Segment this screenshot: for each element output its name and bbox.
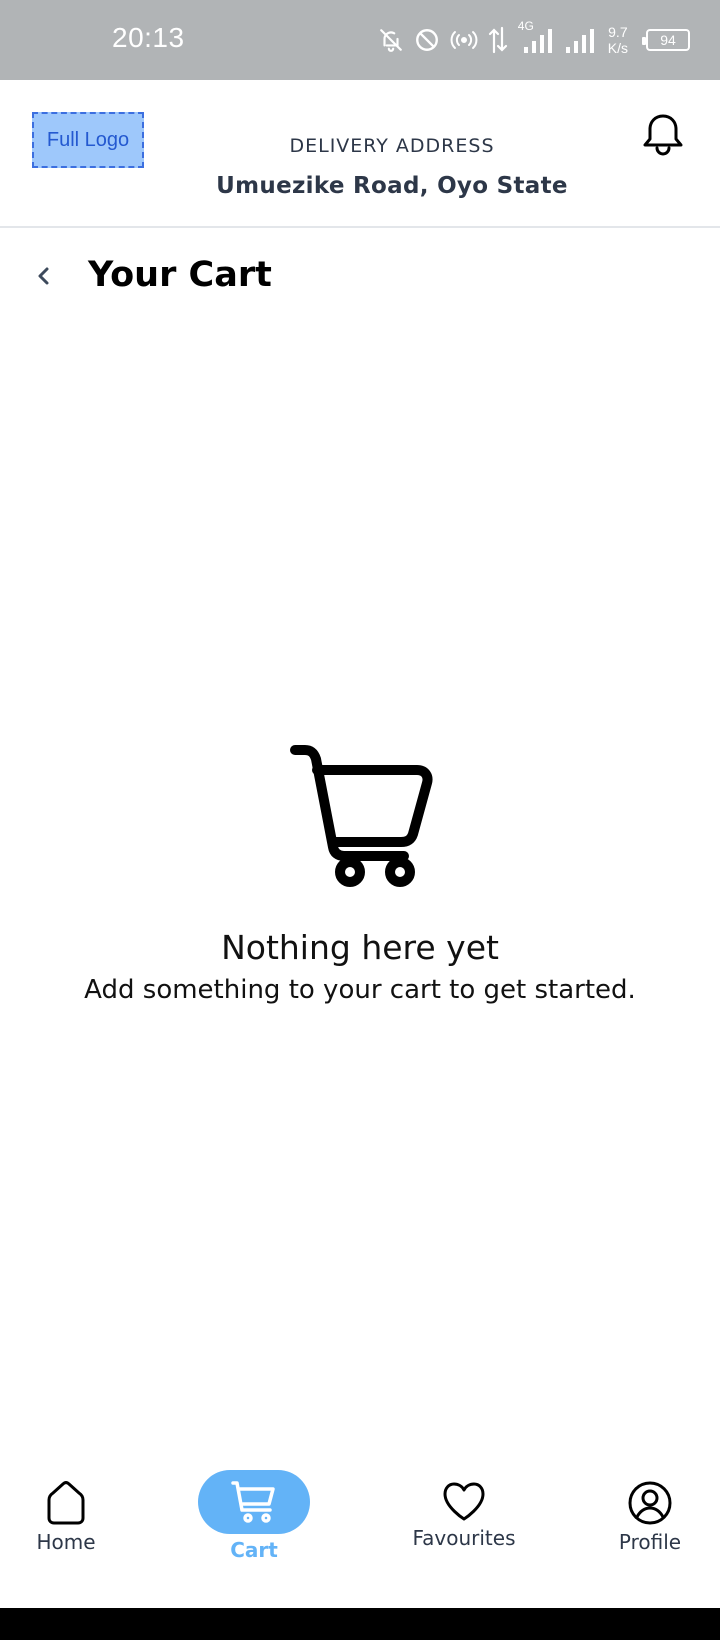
back-button[interactable] — [28, 260, 60, 292]
data-arrows-icon — [488, 26, 507, 54]
app-header: Full Logo DELIVERY ADDRESS Umuezike Road… — [0, 80, 720, 228]
nav-item-cart[interactable]: Cart — [196, 1470, 312, 1562]
nav-label-cart: Cart — [230, 1538, 278, 1562]
status-time: 20:13 — [112, 22, 185, 53]
bell-icon[interactable] — [640, 110, 686, 160]
empty-title: Nothing here yet — [221, 928, 499, 967]
system-nav-bar — [0, 1608, 720, 1640]
nav-label-favourites: Favourites — [412, 1526, 516, 1550]
nav-item-favourites[interactable]: Favourites — [404, 1480, 524, 1550]
signal-icon-2 — [565, 29, 594, 53]
cart-icon — [231, 1481, 275, 1523]
signal-icon — [523, 29, 552, 53]
status-icons: 4G 9.7 K/s 94 — [378, 18, 690, 62]
home-icon — [47, 1481, 85, 1525]
chevron-left-icon — [38, 267, 49, 285]
nav-item-home[interactable]: Home — [26, 1480, 106, 1554]
empty-subtitle: Add something to your cart to get starte… — [84, 975, 636, 1005]
speed-value: 9.7 — [608, 24, 628, 40]
cart-active-pill — [198, 1470, 310, 1534]
bottom-nav: Home Cart Favourites Profile — [0, 1424, 720, 1608]
profile-icon — [628, 1481, 672, 1525]
signal-4g: 4G — [518, 19, 554, 55]
network-speed: 9.7 K/s — [608, 24, 628, 56]
battery-level: 94 — [660, 32, 676, 48]
delivery-address-label: DELIVERY ADDRESS — [289, 135, 495, 157]
nav-item-profile[interactable]: Profile — [610, 1480, 690, 1554]
page-title: Your Cart — [88, 255, 272, 295]
hotspot-icon — [450, 31, 478, 49]
shopping-cart-icon — [290, 745, 433, 887]
delivery-address[interactable]: Umuezike Road, Oyo State — [0, 173, 720, 199]
speed-unit: K/s — [607, 40, 628, 56]
battery-icon: 94 — [642, 29, 690, 51]
empty-cart-state: Nothing here yet Add something to your c… — [0, 740, 720, 1005]
screen: 20:13 4G 9.7 K/s 94 Full Logo DELIVERY A… — [0, 0, 720, 1640]
status-bar: 20:13 4G 9.7 K/s 94 — [0, 0, 720, 80]
nav-label-home: Home — [36, 1530, 96, 1554]
do-not-disturb-icon — [415, 29, 438, 51]
bell-off-icon — [379, 29, 402, 52]
heart-icon — [443, 1482, 485, 1521]
nav-label-profile: Profile — [618, 1530, 682, 1554]
